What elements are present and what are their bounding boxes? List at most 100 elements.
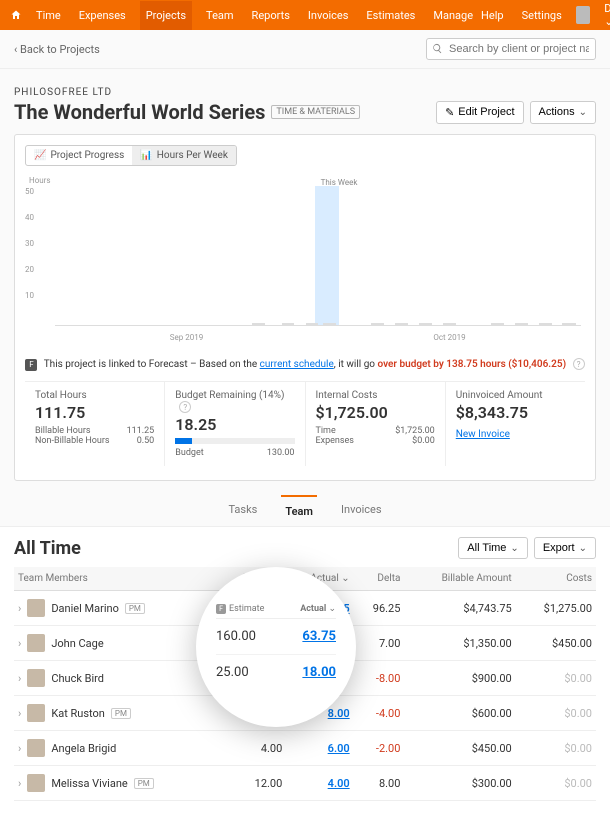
nav-team[interactable]: Team	[202, 1, 238, 30]
avatar	[27, 774, 45, 792]
forecast-icon: F	[25, 359, 37, 371]
avatar	[27, 704, 45, 722]
cell-delta: -8.00	[354, 661, 405, 696]
avatar[interactable]	[576, 6, 590, 24]
chevron-right-icon	[18, 602, 21, 615]
client-name: PHILOSOFREE LTD	[14, 87, 596, 98]
chevron-down-icon	[579, 106, 587, 118]
team-section: All Time All Time Export Team Members Es…	[0, 527, 610, 821]
member-name: Chuck Bird	[51, 672, 104, 685]
avatar	[27, 739, 45, 757]
chart-card: 📈 Project Progress 📊 Hours Per Week Hour…	[14, 134, 596, 481]
cell-estimate: 12.00	[219, 766, 286, 801]
cell-actual[interactable]: 6.00	[286, 731, 353, 766]
avatar	[27, 634, 45, 652]
tab-team[interactable]: Team	[281, 495, 317, 526]
table-row[interactable]: Angela Brigid 4.006.00-2.00$450.00$0.00	[14, 731, 596, 766]
member-name: Angela Brigid	[51, 742, 116, 755]
forecast-note: F This project is linked to Forecast – B…	[25, 358, 585, 371]
chevron-right-icon	[18, 637, 21, 650]
chevron-right-icon	[18, 672, 21, 685]
nav-invoices[interactable]: Invoices	[304, 1, 353, 30]
help-icon[interactable]: ?	[179, 401, 191, 413]
magnifier-lens: FEstimate Actual ⌄ 160.0063.75 25.0018.0…	[196, 567, 356, 727]
table-row[interactable]: Melissa Viviane PM 12.004.008.00$300.00$0…	[14, 766, 596, 801]
stat-budget: Budget Remaining (14%)? 18.25 Budget130.…	[165, 382, 305, 466]
stat-internal-costs: Internal Costs $1,725.00 Time$1,725.00 E…	[306, 382, 446, 466]
tab-tasks[interactable]: Tasks	[224, 495, 261, 526]
cell-billable: $4,743.75	[404, 591, 515, 626]
pm-badge: PM	[134, 778, 154, 789]
stats-row: Total Hours 111.75 Billable Hours111.25 …	[25, 381, 585, 466]
cell-delta: -2.00	[354, 731, 405, 766]
chevron-down-icon	[510, 542, 518, 554]
cell-costs: $0.00	[516, 661, 596, 696]
cell-costs: $0.00	[516, 766, 596, 801]
col-costs: Costs	[516, 567, 596, 591]
back-link[interactable]: Back to Projects	[14, 43, 100, 56]
cell-billable: $300.00	[404, 766, 515, 801]
nav-projects[interactable]: Projects	[140, 1, 192, 30]
hours-chart: Hours 1020304050 This Week Sep 2019Oct 2…	[25, 176, 585, 346]
nav-expenses[interactable]: Expenses	[75, 1, 130, 30]
current-schedule-link[interactable]: current schedule	[260, 359, 334, 370]
project-header: PHILOSOFREE LTD The Wonderful World Seri…	[0, 69, 610, 124]
cell-costs: $0.00	[516, 731, 596, 766]
budget-bar	[175, 438, 294, 444]
cell-costs: $450.00	[516, 626, 596, 661]
chevron-right-icon	[18, 777, 21, 790]
pm-badge: PM	[125, 603, 145, 614]
nav-settings[interactable]: Settings	[518, 1, 566, 30]
section-title: All Time	[14, 538, 81, 559]
avatar	[27, 669, 45, 687]
chevron-down-icon	[579, 542, 587, 554]
home-icon[interactable]	[10, 9, 22, 21]
col-delta: Delta	[354, 567, 405, 591]
chart-toggle: 📈 Project Progress 📊 Hours Per Week	[25, 145, 237, 166]
cell-actual[interactable]: 4.00	[286, 766, 353, 801]
stat-total-hours: Total Hours 111.75 Billable Hours111.25 …	[25, 382, 165, 466]
search-input[interactable]	[426, 38, 596, 60]
cell-delta: -4.00	[354, 696, 405, 731]
time-filter-button[interactable]: All Time	[458, 537, 528, 559]
member-name: John Cage	[51, 637, 103, 650]
member-name: Melissa Viviane	[51, 777, 127, 790]
section-tabs: Tasks Team Invoices	[0, 495, 610, 527]
stat-uninvoiced: Uninvoiced Amount $8,343.75 New Invoice	[446, 382, 585, 466]
member-name: Kat Ruston	[51, 707, 105, 720]
top-nav: Time Expenses Projects Team Reports Invo…	[0, 0, 610, 30]
cell-costs: $1,275.00	[516, 591, 596, 626]
cell-billable: $600.00	[404, 696, 515, 731]
toggle-progress[interactable]: 📈 Project Progress	[26, 146, 132, 165]
toggle-hours[interactable]: 📊 Hours Per Week	[132, 146, 236, 165]
member-name: Daniel Marino	[51, 602, 119, 615]
col-members: Team Members	[14, 567, 219, 591]
export-button[interactable]: Export	[534, 537, 596, 559]
cell-billable: $900.00	[404, 661, 515, 696]
new-invoice-link[interactable]: New Invoice	[456, 429, 510, 440]
avatar	[27, 599, 45, 617]
search-icon	[432, 43, 443, 54]
nav-reports[interactable]: Reports	[248, 1, 294, 30]
cell-delta: 96.25	[354, 591, 405, 626]
cell-billable: $450.00	[404, 731, 515, 766]
cell-estimate: 4.00	[219, 731, 286, 766]
cell-delta: 7.00	[354, 626, 405, 661]
actions-button[interactable]: Actions	[530, 101, 596, 124]
user-menu[interactable]: Daniel ⌄	[600, 0, 610, 36]
pm-badge: PM	[111, 708, 131, 719]
chevron-right-icon	[18, 742, 21, 755]
project-type-badge: TIME & MATERIALS	[271, 105, 360, 119]
help-icon[interactable]: ?	[573, 358, 585, 370]
nav-manage[interactable]: Manage	[429, 1, 477, 30]
edit-project-button[interactable]: ✎ Edit Project	[436, 101, 523, 124]
tab-invoices[interactable]: Invoices	[337, 495, 386, 526]
nav-estimates[interactable]: Estimates	[362, 1, 419, 30]
chevron-right-icon	[18, 707, 21, 720]
project-title: The Wonderful World Series	[14, 100, 265, 124]
nav-time[interactable]: Time	[32, 1, 65, 30]
cell-billable: $1,350.00	[404, 626, 515, 661]
nav-help[interactable]: Help	[477, 1, 508, 30]
cell-costs: $0.00	[516, 696, 596, 731]
cell-delta: 8.00	[354, 766, 405, 801]
